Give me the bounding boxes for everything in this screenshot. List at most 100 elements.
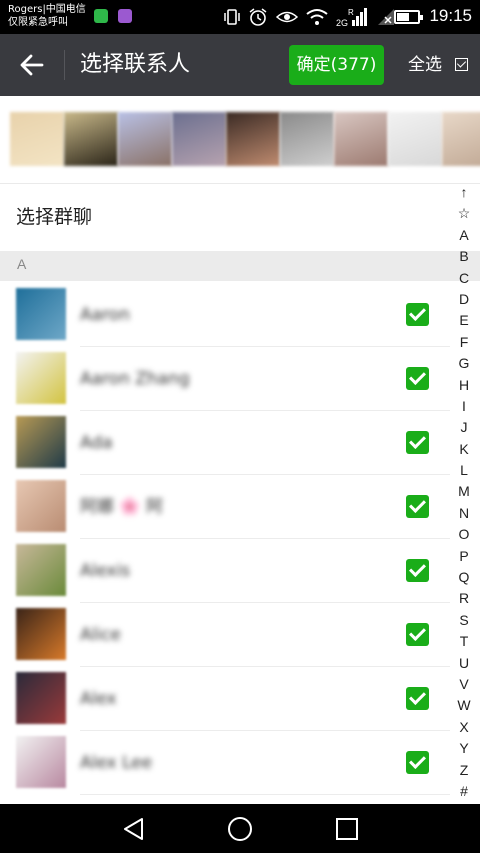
index-letter[interactable]: W: [452, 695, 476, 716]
select-all-checkbox[interactable]: [455, 58, 468, 71]
back-arrow-icon: [20, 54, 44, 76]
battery-level: [397, 13, 410, 21]
select-group-chat-label: 选择群聊: [16, 206, 93, 228]
selected-contact-thumb[interactable]: [334, 112, 388, 166]
contact-avatar: [16, 480, 66, 532]
roaming-label: R: [348, 8, 354, 17]
contact-row[interactable]: Aaron Zhang: [0, 347, 450, 411]
index-letter[interactable]: H: [452, 375, 476, 396]
index-letter[interactable]: Z: [452, 760, 476, 781]
contact-avatar: [16, 352, 66, 404]
section-letter: A: [17, 256, 27, 272]
selected-contact-thumb[interactable]: [388, 112, 442, 166]
contact-avatar: [16, 608, 66, 660]
index-letter[interactable]: I: [452, 396, 476, 417]
emergency-only-label: 仅限紧急呼叫: [8, 17, 68, 28]
index-letter[interactable]: D: [452, 289, 476, 310]
index-letter[interactable]: J: [452, 417, 476, 438]
selected-contacts-strip[interactable]: [0, 96, 480, 184]
system-nav-bar: [0, 804, 480, 853]
wifi-icon: [306, 9, 328, 25]
network-type-label: 2G: [336, 18, 348, 28]
cellular-signal-icon: 2G R: [336, 8, 367, 28]
select-group-chat-row[interactable]: 选择群聊: [0, 185, 450, 249]
index-letter[interactable]: A: [452, 225, 476, 246]
contact-name: Alex: [80, 689, 117, 709]
page-title: 选择联系人: [80, 52, 191, 77]
contact-name: Alice: [80, 625, 121, 645]
index-letter[interactable]: M: [452, 481, 476, 502]
selected-contact-thumb[interactable]: [64, 112, 118, 166]
index-letter[interactable]: R: [452, 588, 476, 609]
index-letter[interactable]: T: [452, 631, 476, 652]
selected-contact-thumb[interactable]: [280, 112, 334, 166]
contact-avatar: [16, 736, 66, 788]
index-letter[interactable]: P: [452, 546, 476, 567]
selected-contact-thumb[interactable]: [442, 112, 480, 166]
contact-name: Ada: [80, 433, 113, 453]
contact-checkbox[interactable]: [406, 751, 429, 774]
index-letter[interactable]: S: [452, 610, 476, 631]
contact-row[interactable]: Aaron: [0, 283, 450, 347]
nav-home-icon[interactable]: [226, 815, 254, 843]
index-letter[interactable]: L: [452, 460, 476, 481]
select-all-label[interactable]: 全选: [408, 52, 442, 78]
contact-checkbox[interactable]: [406, 623, 429, 646]
header-divider: [64, 50, 65, 80]
index-letter[interactable]: F: [452, 332, 476, 353]
alphabet-index[interactable]: ↑ ☆ A B C D E F G H I J K L M N O P Q R S T U V W X Y Z #: [452, 182, 476, 802]
index-letter[interactable]: Y: [452, 738, 476, 759]
contact-name: 阿娜 🌸 阿: [80, 497, 163, 517]
no-signal-icon: [378, 9, 394, 25]
contact-avatar: [16, 544, 66, 596]
selected-contact-thumb[interactable]: [226, 112, 280, 166]
contact-checkbox[interactable]: [406, 559, 429, 582]
index-letter[interactable]: ☆: [452, 203, 476, 224]
alarm-icon: [249, 8, 267, 26]
contact-checkbox[interactable]: [406, 367, 429, 390]
nav-recents-icon[interactable]: [333, 815, 361, 843]
contact-avatar: [16, 672, 66, 724]
index-letter[interactable]: #: [452, 781, 476, 802]
contact-avatar: [16, 288, 66, 340]
back-button[interactable]: [14, 48, 50, 82]
index-letter[interactable]: C: [452, 268, 476, 289]
index-letter[interactable]: N: [452, 503, 476, 524]
index-letter[interactable]: U: [452, 653, 476, 674]
contact-name: Alex Lee: [80, 753, 153, 773]
notification-app-icon-2: [118, 9, 132, 23]
index-letter[interactable]: ↑: [452, 182, 476, 203]
system-icons: 2G R: [224, 6, 396, 28]
status-bar: Rogers|中国电信 仅限紧急呼叫 2G R 19:15: [0, 0, 480, 34]
carrier-name: Rogers|中国电信: [8, 4, 86, 15]
index-letter[interactable]: K: [452, 439, 476, 460]
section-header: A: [0, 251, 480, 281]
index-letter[interactable]: O: [452, 524, 476, 545]
contact-row[interactable]: Alex: [0, 667, 450, 731]
confirm-button[interactable]: 确定(377): [289, 45, 384, 85]
contact-row[interactable]: Ada: [0, 411, 450, 475]
contact-row[interactable]: Alice: [0, 603, 450, 667]
index-letter[interactable]: B: [452, 246, 476, 267]
selected-contact-thumb[interactable]: [118, 112, 172, 166]
contact-avatar: [16, 416, 66, 468]
contact-name: Alexis: [80, 561, 131, 581]
index-letter[interactable]: X: [452, 717, 476, 738]
contact-checkbox[interactable]: [406, 431, 429, 454]
contact-row[interactable]: 阿娜 🌸 阿: [0, 475, 450, 539]
index-letter[interactable]: G: [452, 353, 476, 374]
contact-name: Aaron Zhang: [80, 369, 190, 389]
selected-contact-thumb[interactable]: [10, 112, 64, 166]
app-header: 选择联系人 确定(377) 全选: [0, 34, 480, 96]
index-letter[interactable]: Q: [452, 567, 476, 588]
contact-checkbox[interactable]: [406, 687, 429, 710]
index-letter[interactable]: V: [452, 674, 476, 695]
selected-contact-thumb[interactable]: [172, 112, 226, 166]
contact-checkbox[interactable]: [406, 495, 429, 518]
eye-comfort-icon: [276, 11, 298, 23]
contact-checkbox[interactable]: [406, 303, 429, 326]
index-letter[interactable]: E: [452, 310, 476, 331]
contact-row[interactable]: Alex Lee: [0, 731, 450, 795]
contact-row[interactable]: Alexis: [0, 539, 450, 603]
nav-back-icon[interactable]: [120, 815, 148, 843]
